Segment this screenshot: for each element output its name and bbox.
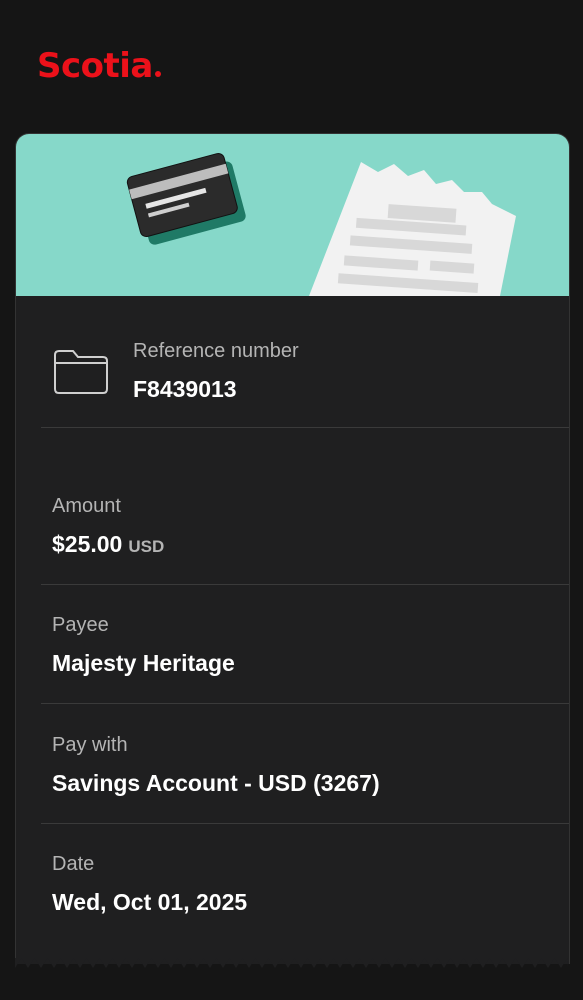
receipt-banner (16, 134, 569, 296)
credit-card-icon (126, 152, 246, 245)
divider (41, 703, 569, 704)
amount-number: $25.00 (52, 531, 123, 557)
payee-label: Payee (52, 614, 109, 636)
divider (41, 823, 569, 824)
receipt-torn-edge (15, 958, 568, 968)
payee-value: Majesty Heritage (52, 650, 235, 676)
receipt-card: Reference number F8439013 Amount $25.00 U… (15, 133, 570, 964)
reference-label: Reference number (133, 340, 299, 362)
banner-illustration (126, 152, 516, 296)
receipt-icon (309, 162, 516, 296)
amount-label: Amount (52, 495, 121, 517)
scotia-logo: Scotia (37, 46, 161, 86)
date-value: Wed, Oct 01, 2025 (52, 889, 248, 915)
reference-value: F8439013 (133, 376, 237, 402)
divider (41, 584, 569, 585)
folder-icon (54, 350, 108, 394)
divider (41, 427, 569, 428)
amount-value: $25.00 USD (52, 531, 164, 558)
pay-with-label: Pay with (52, 734, 128, 756)
pay-with-value: Savings Account - USD (3267) (52, 770, 380, 796)
date-label: Date (52, 853, 95, 875)
amount-currency: USD (128, 537, 165, 556)
